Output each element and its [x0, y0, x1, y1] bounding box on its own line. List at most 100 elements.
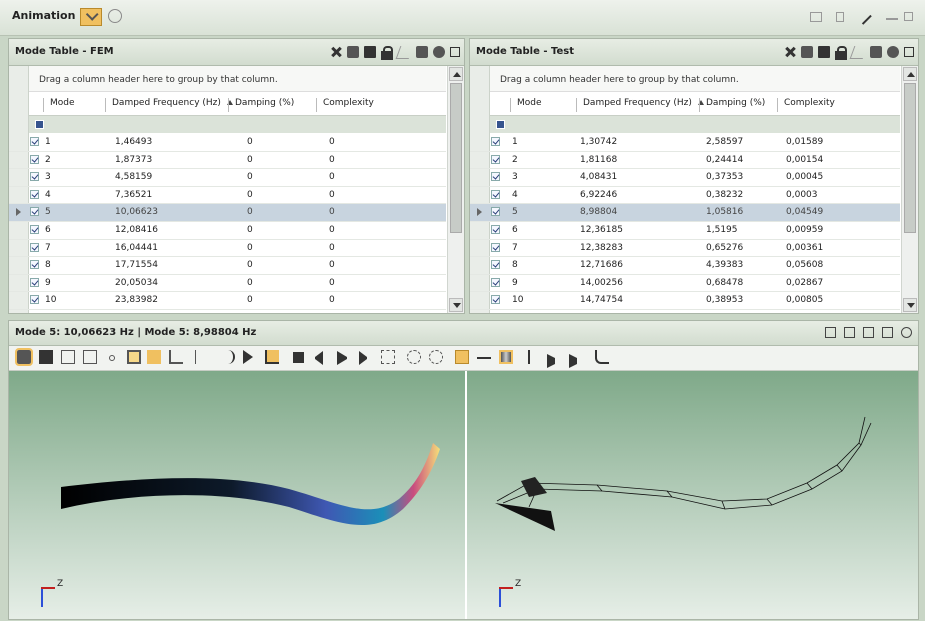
- table-row[interactable]: 2 1,81168 0,24414 0,00154: [470, 152, 900, 170]
- single-view-icon[interactable]: [882, 327, 893, 338]
- scroll-thumb[interactable]: [904, 83, 916, 233]
- table-row[interactable]: 10 23,83982 0 0: [9, 292, 446, 310]
- row-checkbox[interactable]: [491, 295, 500, 305]
- row-checkbox[interactable]: [30, 137, 39, 146]
- wrench-icon[interactable]: [856, 9, 872, 25]
- link-icon[interactable]: [887, 46, 899, 58]
- oscillate-icon[interactable]: [455, 350, 469, 364]
- row-checkbox[interactable]: [491, 242, 500, 252]
- shape-icon[interactable]: [849, 45, 868, 59]
- restore-icon[interactable]: [904, 47, 914, 57]
- column-header-complexity[interactable]: Complexity: [316, 98, 374, 112]
- table-row[interactable]: 7 16,04441 0 0: [9, 240, 446, 258]
- row-checkbox[interactable]: [491, 260, 500, 270]
- animation-dropdown-button[interactable]: [80, 8, 102, 26]
- fem-viewport[interactable]: Z: [9, 371, 465, 619]
- test-viewport[interactable]: Z: [467, 371, 918, 619]
- overlay-icon[interactable]: [863, 327, 874, 338]
- trace-icon[interactable]: [595, 350, 609, 364]
- column-header-mode[interactable]: Mode: [510, 98, 542, 112]
- split-vertical-icon[interactable]: [825, 327, 836, 338]
- maximize-icon[interactable]: [904, 12, 913, 21]
- table-row[interactable]: 6 12,08416 0 0: [9, 222, 446, 240]
- table-row[interactable]: 3 4,08431 0,37353 0,00045: [470, 169, 900, 187]
- row-checkbox[interactable]: [30, 172, 39, 182]
- table-row[interactable]: 2 1,87373 0 0: [9, 152, 446, 170]
- play-icon[interactable]: [337, 351, 347, 365]
- face-icon[interactable]: [127, 350, 141, 364]
- import-icon[interactable]: [801, 46, 813, 58]
- node-numbering-icon[interactable]: [195, 350, 209, 364]
- skip-forward-icon[interactable]: [359, 351, 367, 365]
- row-checkbox[interactable]: [30, 242, 39, 252]
- filter-icon[interactable]: [35, 120, 44, 129]
- step-icon[interactable]: [547, 354, 555, 368]
- tree-icon[interactable]: [836, 12, 844, 22]
- filter-icon[interactable]: [496, 120, 505, 129]
- arrow-up-icon[interactable]: [528, 350, 530, 364]
- scroll-up-icon[interactable]: [449, 67, 463, 81]
- lock-icon[interactable]: [381, 45, 393, 60]
- scroll-down-icon[interactable]: [903, 298, 917, 312]
- row-checkbox[interactable]: [30, 207, 39, 217]
- save-icon[interactable]: [818, 46, 830, 58]
- fem-scrollbar[interactable]: [447, 66, 464, 313]
- table-row[interactable]: 8 17,71554 0 0: [9, 257, 446, 275]
- row-checkbox[interactable]: [30, 154, 39, 164]
- amplitude-up-icon[interactable]: [407, 350, 421, 364]
- table-row[interactable]: 5 8,98804 1,05816 0,04549: [470, 204, 900, 222]
- deformed-axes-icon[interactable]: [265, 350, 279, 364]
- axes-icon[interactable]: [169, 350, 183, 364]
- mac-icon[interactable]: [416, 46, 428, 58]
- table-row[interactable]: 1 1,46493 0 0: [9, 134, 446, 152]
- skip-back-icon[interactable]: [315, 351, 323, 365]
- table-row[interactable]: 5 10,06623 0 0: [9, 204, 446, 222]
- row-checkbox[interactable]: [30, 260, 39, 270]
- point-icon[interactable]: [109, 355, 115, 361]
- step-plus-icon[interactable]: [569, 354, 577, 368]
- table-row[interactable]: 7 12,38283 0,65276 0,00361: [470, 240, 900, 258]
- group-by-area[interactable]: Drag a column header here to group by th…: [490, 66, 900, 92]
- import-icon[interactable]: [347, 46, 359, 58]
- column-header-mode[interactable]: Mode: [43, 98, 75, 112]
- table-row[interactable]: 1 1,30742 2,58597 0,01589: [470, 134, 900, 152]
- table-row[interactable]: 9 14,00256 0,68478 0,02867: [470, 275, 900, 293]
- row-checkbox[interactable]: [491, 172, 500, 182]
- stop-icon[interactable]: [293, 352, 304, 363]
- row-checkbox[interactable]: [491, 207, 500, 217]
- table-row[interactable]: 6 12,36185 1,5195 0,00959: [470, 222, 900, 240]
- table-row[interactable]: 3 4,58159 0 0: [9, 169, 446, 187]
- line-icon[interactable]: [147, 350, 161, 364]
- table-row[interactable]: 9 20,05034 0 0: [9, 275, 446, 293]
- shaded-view-icon[interactable]: [39, 350, 53, 364]
- delete-icon[interactable]: [784, 46, 796, 58]
- table-row[interactable]: 4 6,92246 0,38232 0,0003: [470, 187, 900, 205]
- row-checkbox[interactable]: [30, 295, 39, 305]
- restore-icon[interactable]: [450, 47, 460, 57]
- column-header-complexity[interactable]: Complexity: [777, 98, 835, 112]
- group-by-area[interactable]: Drag a column header here to group by th…: [29, 66, 446, 92]
- row-checkbox[interactable]: [491, 154, 500, 164]
- amplitude-down-icon[interactable]: [429, 350, 443, 364]
- column-header-damping[interactable]: Damping (%): [699, 98, 765, 112]
- layout-icon[interactable]: [810, 12, 822, 22]
- row-checkbox[interactable]: [491, 189, 500, 199]
- shape-icon[interactable]: [395, 45, 414, 59]
- table-row[interactable]: 8 12,71686 4,39383 0,05608: [470, 257, 900, 275]
- flat-line-icon[interactable]: [477, 357, 491, 359]
- column-header-damped-frequency[interactable]: Damped Frequency (Hz): [576, 98, 704, 112]
- hidden-line-view-icon[interactable]: [83, 350, 97, 364]
- table-row[interactable]: 4 7,36521 0 0: [9, 187, 446, 205]
- scroll-up-icon[interactable]: [903, 67, 917, 81]
- scroll-thumb[interactable]: [450, 83, 462, 233]
- row-checkbox[interactable]: [30, 189, 39, 199]
- max-amplitude-icon[interactable]: [381, 350, 395, 364]
- row-checkbox[interactable]: [30, 277, 39, 287]
- table-row[interactable]: 10 14,74754 0,38953 0,00805: [470, 292, 900, 310]
- arc-icon[interactable]: [221, 350, 235, 364]
- row-checkbox[interactable]: [491, 277, 500, 287]
- row-checkbox[interactable]: [491, 224, 500, 234]
- contour-icon[interactable]: [243, 350, 253, 364]
- solid-view-icon[interactable]: [15, 348, 33, 366]
- gradient-icon[interactable]: [499, 350, 513, 364]
